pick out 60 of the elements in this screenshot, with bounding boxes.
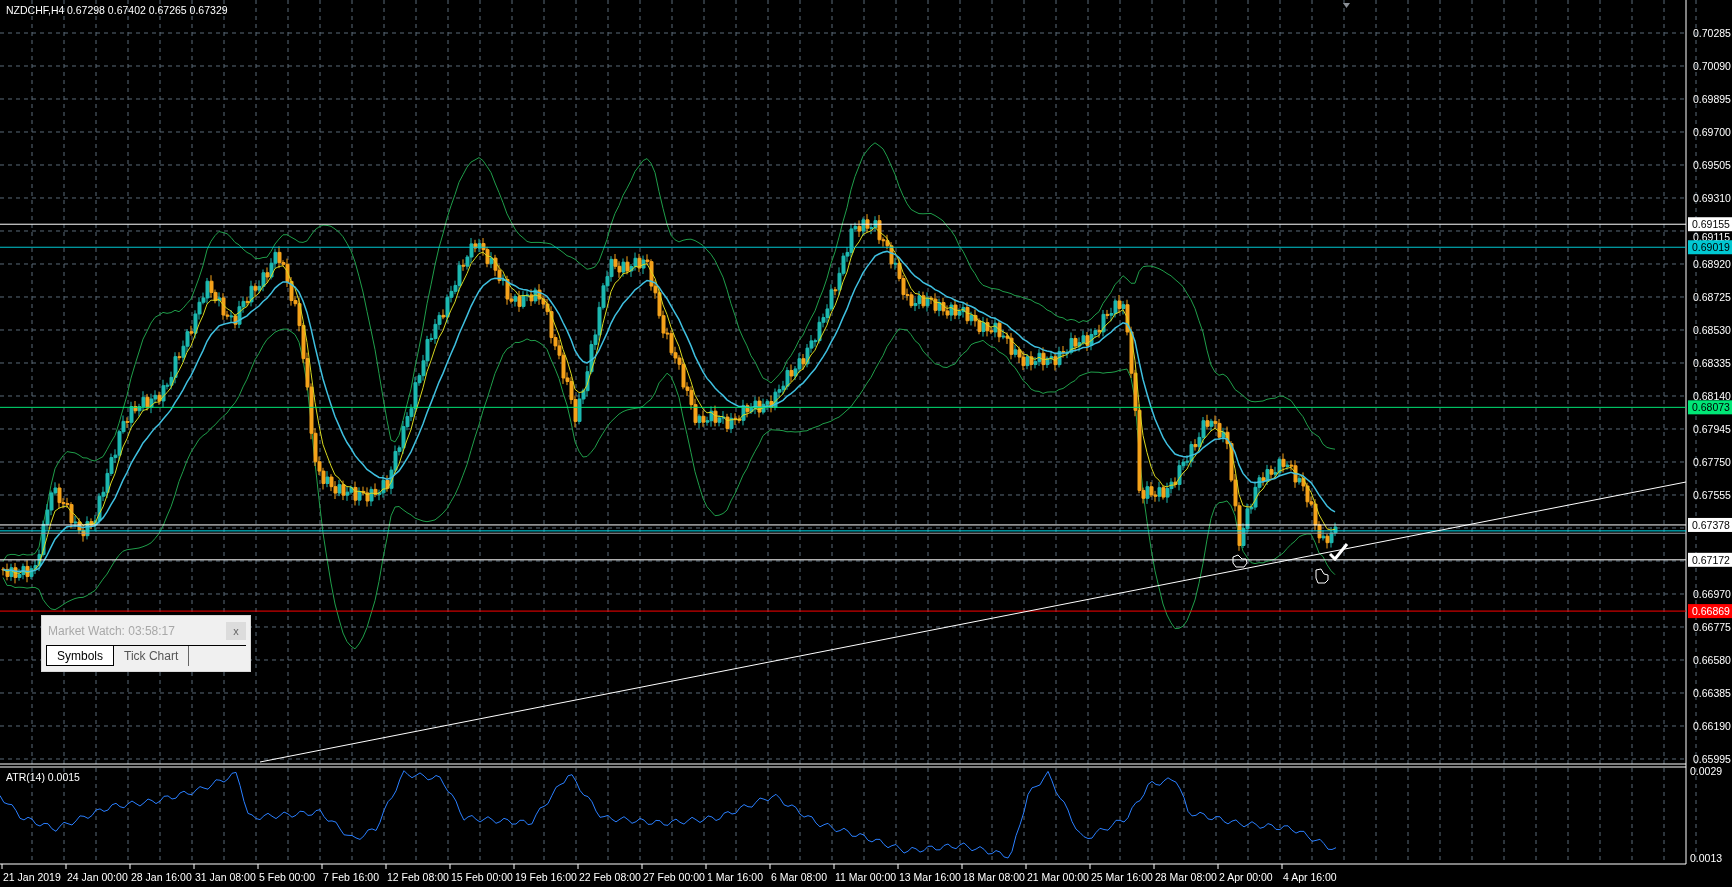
price-label: 0.68725: [1693, 291, 1731, 303]
price-label: 0.67945: [1693, 423, 1731, 435]
window-title: Market Watch: 03:58:17: [48, 623, 175, 638]
time-label: 27 Feb 00:00: [643, 871, 705, 883]
checkmark-icon: [1328, 543, 1349, 562]
close-button[interactable]: x: [226, 621, 246, 640]
time-label: 6 Mar 08:00: [771, 871, 828, 883]
time-label: 18 Mar 08:00: [963, 871, 1025, 883]
price-label: 0.69310: [1693, 192, 1731, 204]
hand-icon: [1315, 568, 1329, 584]
time-label: 1 Mar 16:00: [707, 871, 764, 883]
time-label: 11 Mar 00:00: [835, 871, 897, 883]
time-label: 24 Jan 00:00: [67, 871, 128, 883]
price-label: 0.70090: [1693, 60, 1731, 72]
time-label: 28 Jan 16:00: [131, 871, 192, 883]
price-label: 0.68140: [1693, 390, 1731, 402]
tab[interactable]: Symbols: [46, 646, 114, 666]
price-label: 0.66580: [1693, 654, 1731, 666]
price-tag-text: 0.66869: [1692, 605, 1730, 618]
chart-quotes: 0.67298 0.67402 0.67265 0.67329: [67, 4, 228, 16]
time-label: 19 Feb 16:00: [515, 871, 577, 883]
indicator-axis-label: 0.0013: [1690, 852, 1723, 864]
time-label: 2 Apr 00:00: [1219, 871, 1273, 883]
chart-symbol: NZDCHF,H4: [6, 4, 65, 16]
price-label: 0.68335: [1693, 357, 1731, 369]
time-label: 15 Feb 00:00: [451, 871, 513, 883]
indicator-label: ATR(14) 0.0015: [6, 771, 80, 783]
price-label: 0.66970: [1693, 588, 1731, 600]
time-label: 21 Jan 2019: [3, 871, 61, 883]
indicator-axis-label: 0.0029: [1690, 765, 1723, 777]
hand-icon: [1232, 554, 1248, 568]
time-label: 25 Mar 16:00: [1091, 871, 1153, 883]
price-label: 0.69505: [1693, 159, 1731, 171]
price-label: 0.69700: [1693, 126, 1731, 138]
time-label: 31 Jan 08:00: [195, 871, 256, 883]
time-label: 7 Feb 16:00: [323, 871, 380, 883]
price-tag-text: 0.67172: [1692, 553, 1730, 566]
time-label: 21 Mar 00:00: [1027, 871, 1089, 883]
time-label: 28 Mar 08:00: [1155, 871, 1217, 883]
time-label: 13 Mar 16:00: [899, 871, 961, 883]
price-label: 0.66775: [1693, 621, 1731, 633]
price-label: 0.66190: [1693, 720, 1731, 732]
price-tag-text: 0.69019: [1692, 241, 1730, 254]
price-tag-text: 0.68073: [1692, 401, 1730, 414]
price-label: 0.67555: [1693, 489, 1731, 501]
price-tag-text: 0.67378: [1692, 518, 1730, 531]
price-label: 0.69895: [1693, 93, 1731, 105]
time-label: 12 Feb 08:00: [387, 871, 449, 883]
tab[interactable]: Tick Chart: [114, 646, 190, 666]
price-label: 0.67750: [1693, 456, 1731, 468]
price-label: 0.66385: [1693, 687, 1731, 699]
time-label: 5 Feb 00:00: [259, 871, 316, 883]
time-label: 4 Apr 16:00: [1283, 871, 1337, 883]
time-label: 22 Feb 08:00: [579, 871, 641, 883]
price-tag-text: 0.69155: [1692, 218, 1730, 231]
down-triangle-icon: [1343, 3, 1350, 8]
price-label: 0.65995: [1693, 753, 1731, 765]
price-label: 0.68920: [1693, 258, 1731, 270]
price-label: 0.70285: [1693, 27, 1731, 39]
price-label: 0.68530: [1693, 324, 1731, 336]
